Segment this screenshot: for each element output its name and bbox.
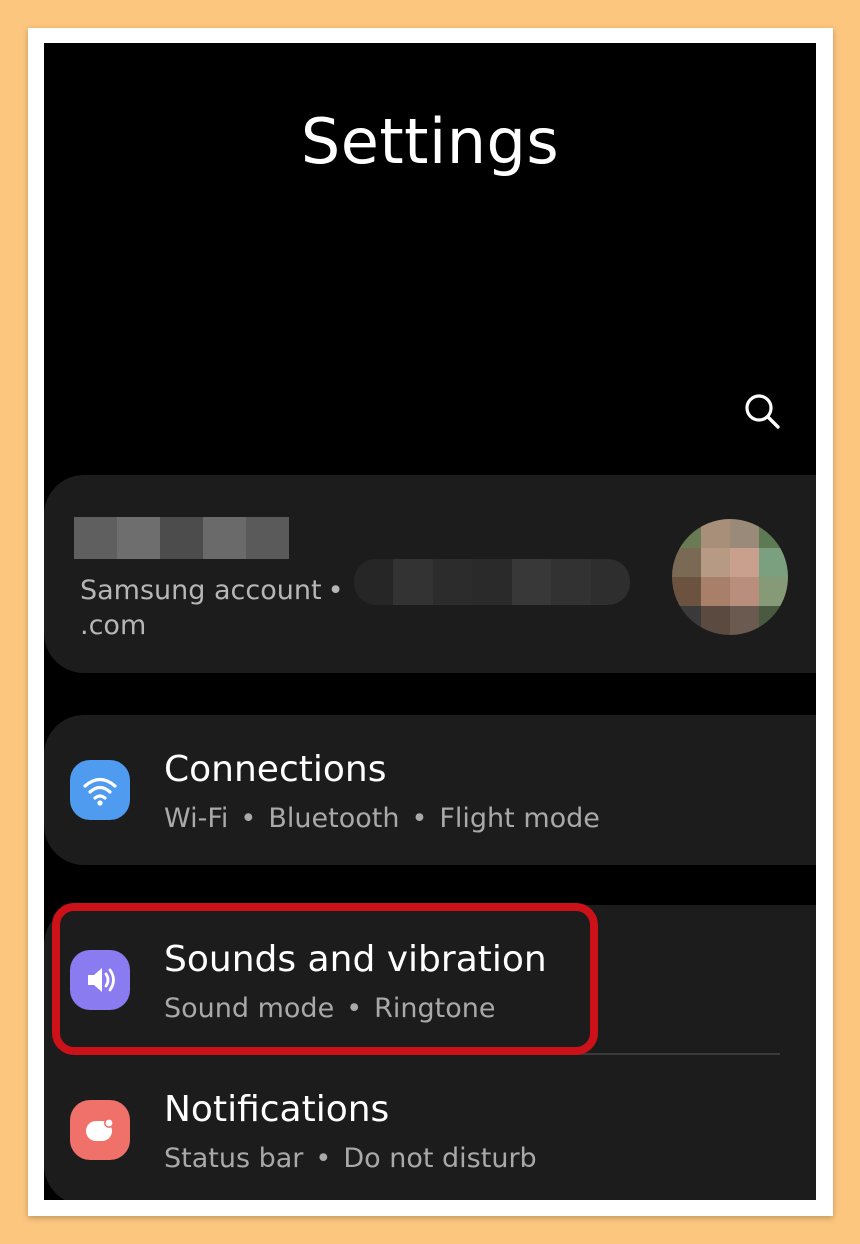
page-title: Settings bbox=[300, 105, 560, 178]
menu-item-connections[interactable]: Connections Wi-Fi • Bluetooth • Flight mode bbox=[44, 725, 816, 855]
separator-dot: • bbox=[240, 803, 257, 834]
separator-dot: • bbox=[327, 575, 344, 606]
connections-card: Connections Wi-Fi • Bluetooth • Flight mode bbox=[44, 715, 816, 865]
subtitle-part: Status bar bbox=[164, 1143, 304, 1174]
search-button[interactable] bbox=[738, 387, 786, 435]
account-label: Samsung account bbox=[80, 575, 322, 606]
menu-item-subtitle: Status bar • Do not disturb bbox=[164, 1143, 537, 1174]
subtitle-part: Bluetooth bbox=[268, 803, 400, 834]
account-subtitle: Samsung account • .com bbox=[80, 573, 350, 643]
highlight-box bbox=[52, 903, 598, 1055]
menu-item-subtitle: Wi-Fi • Bluetooth • Flight mode bbox=[164, 803, 600, 834]
separator-dot: • bbox=[315, 1143, 332, 1174]
account-email-suffix: .com bbox=[80, 610, 147, 641]
subtitle-part: Do not disturb bbox=[343, 1143, 537, 1174]
redacted-email bbox=[354, 559, 630, 605]
samsung-account-card[interactable]: Samsung account • .com bbox=[44, 475, 816, 673]
subtitle-part: Flight mode bbox=[439, 803, 600, 834]
separator-dot: • bbox=[411, 803, 428, 834]
subtitle-part: Wi-Fi bbox=[164, 803, 229, 834]
menu-item-title: Notifications bbox=[164, 1089, 390, 1130]
redacted-account-name bbox=[74, 517, 289, 559]
avatar[interactable] bbox=[672, 519, 788, 635]
notification-icon bbox=[70, 1100, 130, 1160]
search-icon bbox=[745, 394, 780, 429]
wifi-icon bbox=[70, 760, 130, 820]
menu-item-title: Connections bbox=[164, 749, 387, 790]
menu-item-notifications[interactable]: Notifications Status bar • Do not disturb bbox=[44, 1065, 816, 1195]
